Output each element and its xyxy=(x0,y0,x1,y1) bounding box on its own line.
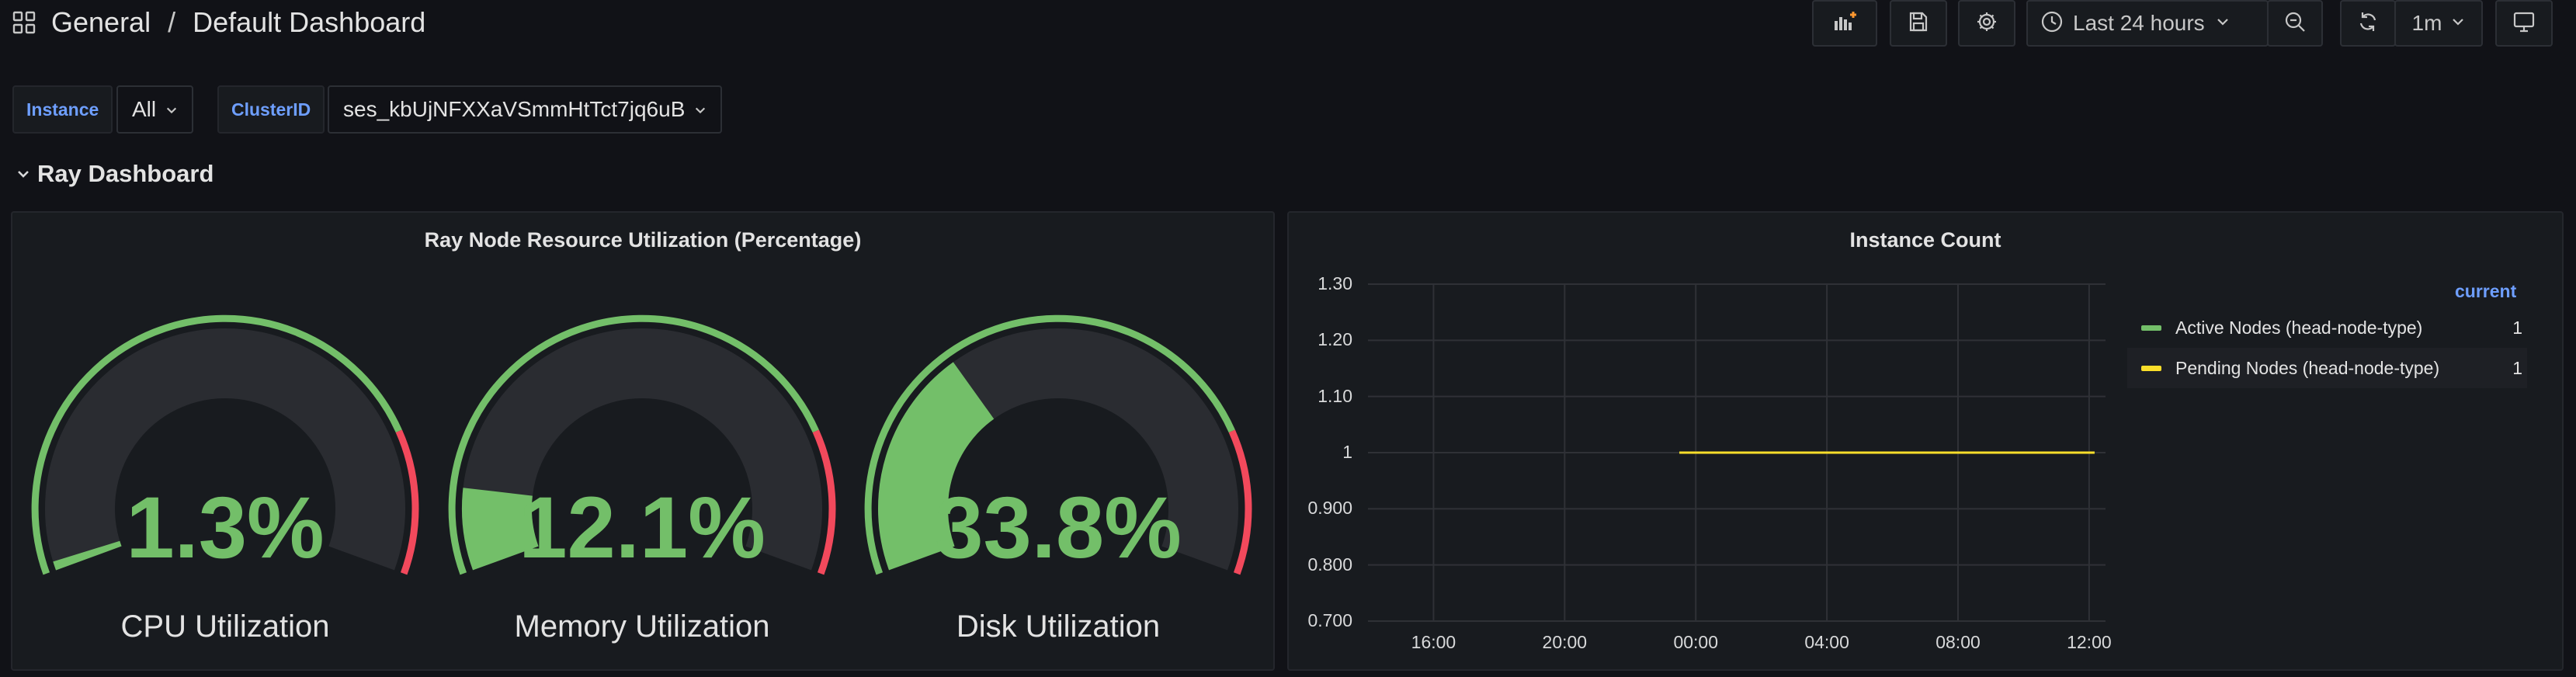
legend-item-active-nodes[interactable]: Active Nodes (head-node-type) 1 xyxy=(2127,307,2527,348)
y-tick-label: 1.20 xyxy=(1318,329,1352,350)
legend-swatch xyxy=(2141,365,2161,371)
legend-swatch xyxy=(2141,325,2161,331)
legend-series-name: Pending Nodes (head-node-type) xyxy=(2175,357,2440,378)
y-tick-label: 1.10 xyxy=(1318,385,1352,406)
x-tick-label: 04:00 xyxy=(1804,632,1849,652)
legend-series-name: Active Nodes (head-node-type) xyxy=(2175,317,2423,338)
legend-header-current[interactable]: current xyxy=(2455,281,2516,302)
y-tick-label: 1.30 xyxy=(1318,273,1352,293)
x-tick-label: 08:00 xyxy=(1935,632,1981,652)
legend-item-pending-nodes[interactable]: Pending Nodes (head-node-type) 1 xyxy=(2127,348,2527,388)
y-tick-label: 0.900 xyxy=(1307,498,1352,519)
y-tick-label: 0.700 xyxy=(1307,610,1352,630)
legend-current-value: 1 xyxy=(2512,357,2522,378)
y-tick-label: 0.800 xyxy=(1307,554,1352,575)
x-tick-label: 00:00 xyxy=(1673,632,1718,652)
y-tick-label: 1 xyxy=(1342,442,1352,462)
x-tick-label: 12:00 xyxy=(2067,632,2112,652)
legend-current-value: 1 xyxy=(2512,317,2522,338)
x-tick-label: 16:00 xyxy=(1411,632,1456,652)
x-tick-label: 20:00 xyxy=(1542,632,1588,652)
